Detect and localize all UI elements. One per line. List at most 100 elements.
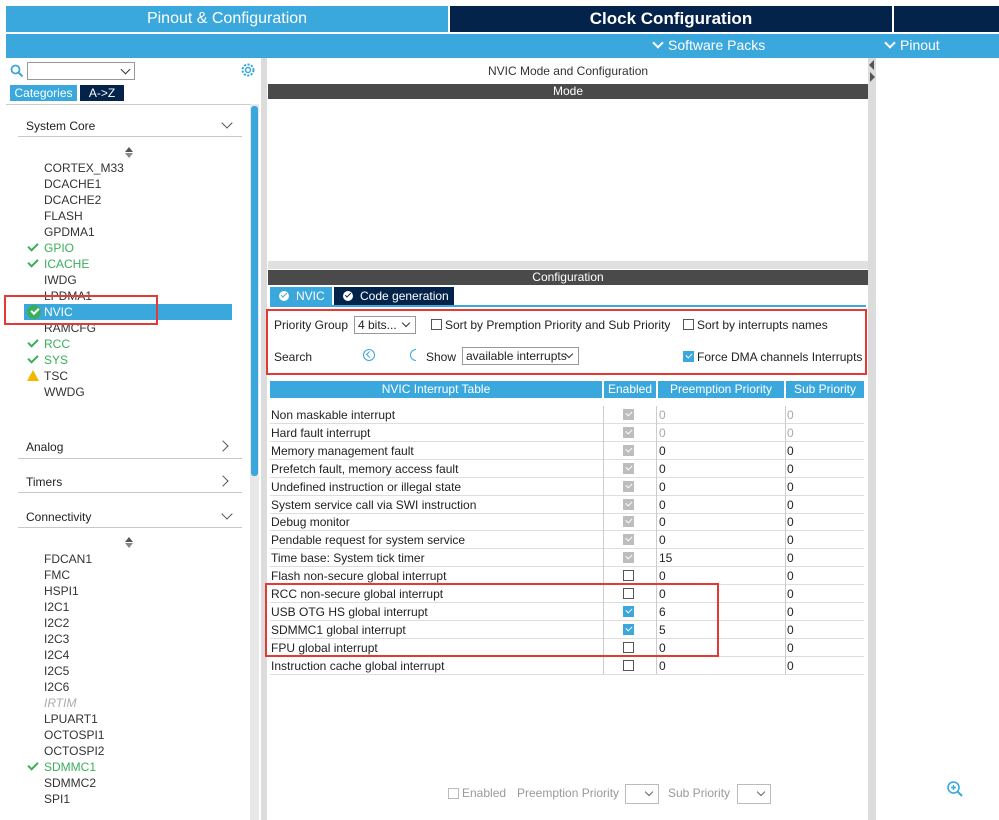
sub-priority-value[interactable]: 0 xyxy=(787,641,794,655)
table-row[interactable]: Instruction cache global interrupt 0 0 xyxy=(270,657,864,675)
enabled-checkbox[interactable] xyxy=(623,426,634,438)
search-combo[interactable] xyxy=(27,62,135,80)
list-item[interactable]: GPIO xyxy=(44,241,74,255)
list-item[interactable]: RCC xyxy=(44,337,70,351)
section-timers[interactable]: Timers xyxy=(26,475,62,489)
tab-code-generation[interactable]: Code generation xyxy=(334,287,454,305)
sub-priority-value[interactable]: 0 xyxy=(787,515,794,529)
enabled-checkbox[interactable] xyxy=(623,462,634,474)
panel-splitter[interactable] xyxy=(268,261,868,269)
panel-splitter[interactable] xyxy=(868,58,876,820)
sub-priority-value[interactable]: 0 xyxy=(787,569,794,583)
list-item[interactable]: FDCAN1 xyxy=(44,552,92,566)
list-item[interactable]: IWDG xyxy=(44,273,77,287)
list-item[interactable]: SPI1 xyxy=(44,792,70,806)
software-packs-menu[interactable]: Software Packs xyxy=(652,37,765,53)
tab-categories[interactable]: Categories xyxy=(10,85,77,101)
preemption-priority-value[interactable]: 0 xyxy=(659,480,666,494)
section-analog[interactable]: Analog xyxy=(26,440,63,454)
enabled-checkbox[interactable] xyxy=(623,659,634,671)
sub-priority-value[interactable]: 0 xyxy=(787,426,794,440)
list-item[interactable]: IRTIM xyxy=(44,696,76,710)
gear-icon[interactable] xyxy=(240,62,256,78)
tab-pinout-configuration[interactable]: Pinout & Configuration xyxy=(6,6,448,32)
list-item[interactable]: SYS xyxy=(44,353,68,367)
enabled-checkbox[interactable] xyxy=(623,570,634,582)
list-item[interactable]: LPUART1 xyxy=(44,712,98,726)
preemption-priority-value[interactable]: 0 xyxy=(659,533,666,547)
column-header[interactable]: NVIC Interrupt Table xyxy=(270,381,602,398)
sub-priority-value[interactable]: 0 xyxy=(787,444,794,458)
list-item[interactable]: OCTOSPI1 xyxy=(44,728,104,742)
enabled-checkbox[interactable] xyxy=(448,788,459,799)
list-item[interactable]: GPDMA1 xyxy=(44,225,95,239)
pinout-menu[interactable]: Pinout xyxy=(884,37,940,53)
enabled-checkbox[interactable] xyxy=(623,498,634,510)
enabled-checkbox[interactable] xyxy=(623,552,634,564)
tab-nvic[interactable]: NVIC xyxy=(270,287,332,305)
table-row[interactable]: Non maskable interrupt 0 0 xyxy=(270,406,864,424)
enabled-checkbox[interactable] xyxy=(623,444,634,456)
panel-splitter[interactable] xyxy=(261,58,267,820)
list-item[interactable]: DCACHE1 xyxy=(44,177,101,191)
list-item[interactable]: SDMMC1 xyxy=(44,760,96,774)
list-item[interactable]: DCACHE2 xyxy=(44,193,101,207)
preemption-priority-value[interactable]: 0 xyxy=(659,659,666,673)
preemption-priority-value[interactable]: 0 xyxy=(659,444,666,458)
list-item[interactable]: OCTOSPI2 xyxy=(44,744,104,758)
sort-icon[interactable] xyxy=(125,147,133,158)
enabled-checkbox[interactable] xyxy=(623,534,634,546)
section-connectivity[interactable]: Connectivity xyxy=(26,510,91,524)
column-header[interactable]: Preemption Priority xyxy=(658,381,784,398)
preemption-priority-value[interactable]: 0 xyxy=(659,426,666,440)
list-item[interactable]: I2C5 xyxy=(44,664,69,678)
preemption-priority-value[interactable]: 0 xyxy=(659,515,666,529)
list-item[interactable]: ICACHE xyxy=(44,257,89,271)
preemption-priority-value[interactable]: 0 xyxy=(659,498,666,512)
sub-priority-value[interactable]: 0 xyxy=(787,408,794,422)
list-item[interactable]: CORTEX_M33 xyxy=(44,161,124,175)
sub-priority-value[interactable]: 0 xyxy=(787,498,794,512)
preemption-priority-value[interactable]: 0 xyxy=(659,569,666,583)
enabled-checkbox[interactable] xyxy=(623,480,634,492)
table-row[interactable]: Undefined instruction or illegal state 0 0 xyxy=(270,478,864,496)
sub-priority-value[interactable]: 0 xyxy=(787,551,794,565)
zoom-in-icon[interactable] xyxy=(946,780,964,798)
preemption-priority-value[interactable]: 15 xyxy=(659,551,672,565)
preemption-priority-value[interactable]: 0 xyxy=(659,462,666,476)
sub-priority-value[interactable]: 0 xyxy=(787,623,794,637)
collapse-left-icon[interactable] xyxy=(869,60,874,70)
tab-more[interactable] xyxy=(894,6,999,32)
table-row[interactable]: Time base: System tick timer 15 0 xyxy=(270,549,864,568)
scrollbar-thumb[interactable] xyxy=(251,106,258,476)
section-system-core[interactable]: System Core xyxy=(26,119,95,133)
column-header[interactable]: Sub Priority xyxy=(786,381,864,398)
sub-priority-value[interactable]: 0 xyxy=(787,587,794,601)
column-header[interactable]: Enabled xyxy=(604,381,656,398)
enabled-checkbox[interactable] xyxy=(623,409,634,420)
collapse-right-icon[interactable] xyxy=(870,72,875,82)
list-item[interactable]: I2C2 xyxy=(44,616,69,630)
sub-priority-value[interactable]: 0 xyxy=(787,533,794,547)
tab-a-z[interactable]: A->Z xyxy=(80,85,124,101)
sub-priority-value[interactable]: 0 xyxy=(787,462,794,476)
preemption-priority-select[interactable] xyxy=(625,784,659,804)
table-row[interactable]: Memory management fault 0 0 xyxy=(270,442,864,460)
sort-icon[interactable] xyxy=(125,537,133,548)
list-item[interactable]: SDMMC2 xyxy=(44,776,96,790)
list-item[interactable]: TSC xyxy=(44,369,68,383)
table-row[interactable]: Hard fault interrupt 0 0 xyxy=(270,424,864,442)
table-row[interactable]: Pendable request for system service 0 0 xyxy=(270,531,864,550)
tab-clock-configuration[interactable]: Clock Configuration xyxy=(450,6,892,32)
sub-priority-value[interactable]: 0 xyxy=(787,480,794,494)
list-item[interactable]: FLASH xyxy=(44,209,83,223)
table-row[interactable]: System service call via SWI instruction 0… xyxy=(270,496,864,514)
sub-priority-select[interactable] xyxy=(737,784,771,804)
list-item[interactable]: HSPI1 xyxy=(44,584,79,598)
enabled-checkbox[interactable] xyxy=(623,516,634,528)
sub-priority-value[interactable]: 0 xyxy=(787,659,794,673)
list-item[interactable]: I2C4 xyxy=(44,648,69,662)
list-item[interactable]: FMC xyxy=(44,568,70,582)
list-item[interactable]: I2C3 xyxy=(44,632,69,646)
table-row[interactable]: Debug monitor 0 0 xyxy=(270,513,864,532)
